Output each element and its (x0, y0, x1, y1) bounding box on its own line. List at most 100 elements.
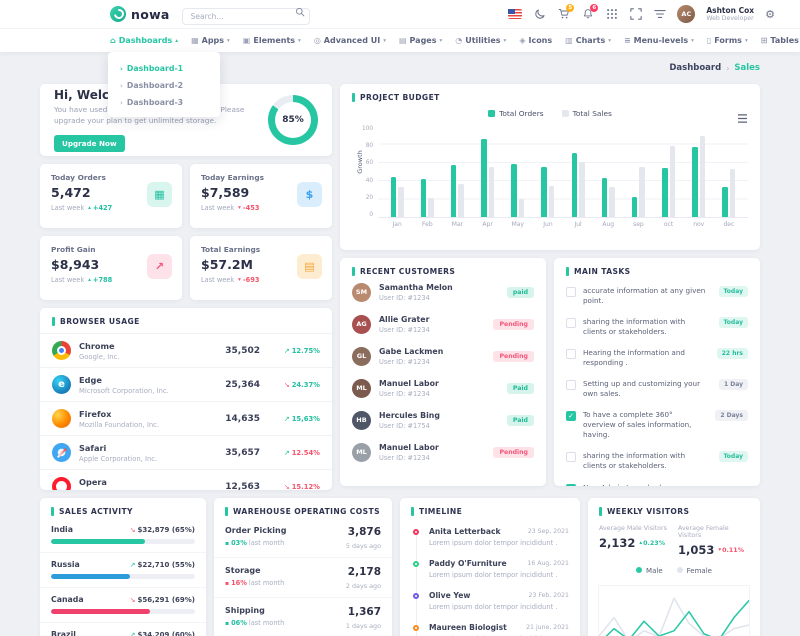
dropdown-item[interactable]: › Dashboard-2 (108, 77, 220, 94)
x-tick: Jul (563, 221, 593, 228)
task-text: New Admin Launched. (583, 483, 748, 486)
chart-menu-icon[interactable] (737, 108, 748, 127)
trend-marker-icon: ▾ (238, 205, 241, 211)
warehouse-item-ago: 5 days ago (346, 542, 381, 550)
cart-badge: 5 (566, 4, 574, 12)
bar-total-sales (428, 198, 434, 217)
menu-item-label: Utilities (465, 36, 500, 45)
brand-logo[interactable]: nowa (110, 6, 170, 22)
browser-row: e Edge Microsoft Corporation, Inc. 25,36… (40, 367, 332, 401)
menu-item[interactable]: ⊞ Tables ▾ (761, 36, 800, 45)
dropdown-item-label: Dashboard-2 (127, 81, 183, 90)
sales-country-row: India ↘$32,879 (65%) (40, 518, 206, 553)
status-badge: Pending (493, 319, 534, 330)
customer-row: AG Allie Grater User ID: #1234 Pending (340, 308, 546, 340)
language-flag-icon[interactable] (508, 9, 522, 19)
menu-item[interactable]: ▦ Apps ▾ (191, 36, 230, 45)
legend-male[interactable]: Male (636, 567, 663, 575)
stat-icon: ↗ (147, 254, 172, 279)
browser-row: Firefox Mozilla Foundation, Inc. 14,635 … (40, 401, 332, 435)
menu-item[interactable]: ▥ Charts ▾ (565, 36, 611, 45)
x-tick: dec (714, 221, 744, 228)
user-info[interactable]: Ashton Cox Web Developer (706, 6, 754, 22)
task-checkbox[interactable] (566, 318, 576, 328)
fullscreen-icon[interactable] (629, 8, 642, 21)
legend-female[interactable]: Female (677, 567, 712, 575)
menu-item-icon: ▣ (243, 36, 251, 45)
sales-country-row: Canada ↘$56,291 (69%) (40, 588, 206, 623)
search-box (182, 4, 310, 25)
cart-icon[interactable]: 5 (557, 8, 570, 21)
menu-item[interactable]: ◔ Utilities ▾ (455, 36, 506, 45)
notifications-bell-icon[interactable]: 6 (581, 8, 594, 21)
apps-grid-icon[interactable] (605, 8, 618, 21)
browser-name: Safari (79, 443, 157, 453)
progress-fill (51, 574, 130, 579)
menu-item[interactable]: ⌂ Dashboards ▴ (110, 36, 178, 45)
recent-customers-card: RECENT CUSTOMERS SM Samantha Melon User … (340, 258, 546, 486)
task-checkbox[interactable] (566, 380, 576, 390)
trend-marker-icon: ▴ (88, 277, 91, 283)
search-input[interactable] (182, 8, 310, 25)
search-icon (295, 7, 305, 17)
chevron-down-icon: ▾ (383, 38, 386, 44)
browser-usage-card: BROWSER USAGE Chrome Google, Inc. 35,502… (40, 308, 332, 490)
bar-total-sales (579, 162, 585, 217)
main-menu: ⌂ Dashboards ▴ ▦ Apps ▾ ▣ Elements ▾ ◎ A… (0, 28, 800, 52)
female-visitors-delta: ▾0.11% (718, 547, 744, 554)
browser-value: 35,502 (208, 346, 260, 356)
menu-item[interactable]: ≡ Menu-levels ▾ (624, 36, 694, 45)
menu-item[interactable]: ▤ Pages ▾ (399, 36, 442, 45)
trend-arrow-icon: ↗ (130, 631, 136, 636)
chart-legend: Total Orders Total Sales (352, 109, 748, 118)
browser-icon (52, 341, 71, 360)
task-checkbox[interactable] (566, 484, 576, 486)
upgrade-now-button[interactable]: Upgrade Now (54, 135, 125, 152)
task-checkbox[interactable] (566, 452, 576, 462)
chevron-down-icon: ▴ (175, 38, 178, 44)
warehouse-list: Order Picking ▪03%last month 3,876 5 day… (214, 518, 392, 636)
browser-usage-list: Chrome Google, Inc. 35,502 ↗12.75% e Edg… (40, 333, 332, 490)
breadcrumb-current[interactable]: Sales (734, 63, 760, 73)
menu-item[interactable]: ▣ Elements ▾ (243, 36, 301, 45)
stat-label: Today Orders (51, 173, 171, 182)
bar-total-orders (632, 197, 638, 217)
stat-label: Total Earnings (201, 245, 321, 254)
y-tick: 80 (366, 143, 373, 149)
stat-icon: ▦ (147, 182, 172, 207)
status-badge: Pending (493, 447, 534, 458)
menu-item[interactable]: ◈ Icons (519, 36, 552, 45)
filter-icon[interactable] (653, 8, 666, 21)
settings-gear-icon[interactable]: ⚙ (765, 9, 775, 20)
task-checkbox[interactable] (566, 411, 576, 421)
dropdown-item[interactable]: › Dashboard-3 (108, 94, 220, 111)
dark-mode-moon-icon[interactable] (533, 8, 546, 21)
country-name: Russia (51, 560, 80, 569)
task-checkbox[interactable] (566, 287, 576, 297)
user-avatar[interactable]: AC (677, 5, 695, 23)
breadcrumb-parent[interactable]: Dashboard (669, 63, 721, 73)
trend-marker-icon: ▴ (639, 540, 642, 546)
task-checkbox[interactable] (566, 349, 576, 359)
warehouse-item-ago: 2 days ago (346, 582, 381, 590)
timeline-date: 23 Feb, 2021 (529, 592, 569, 599)
menu-item-label: Pages (410, 36, 437, 45)
dropdown-item[interactable]: › Dashboard-1 (108, 60, 220, 77)
timeline-row: Olive Yew 23 Feb, 2021 Lorem ipsum dolor… (411, 586, 569, 618)
browser-name: Firefox (79, 409, 159, 419)
budget-bar-group (623, 126, 653, 217)
bar-total-sales (670, 146, 676, 217)
menu-item[interactable]: ◎ Advanced UI ▾ (314, 36, 386, 45)
progress-fill (51, 539, 145, 544)
menu-item-label: Menu-levels (634, 36, 688, 45)
warehouse-costs-card: WAREHOUSE OPERATING COSTS Order Picking … (214, 498, 392, 636)
legend-total-sales[interactable]: Total Sales (562, 109, 612, 118)
trend-arrow-icon: ↘ (284, 381, 290, 389)
chevron-down-icon: ▾ (504, 38, 507, 44)
legend-total-orders[interactable]: Total Orders (488, 109, 543, 118)
status-badge: Pending (493, 351, 534, 362)
customer-avatar: SM (352, 283, 371, 302)
chevron-down-icon: ▾ (227, 38, 230, 44)
menu-item[interactable]: ▯ Forms ▾ (707, 36, 748, 45)
main-content: Dashboard › Sales Hi, Welcome Back Nick!… (40, 52, 760, 636)
